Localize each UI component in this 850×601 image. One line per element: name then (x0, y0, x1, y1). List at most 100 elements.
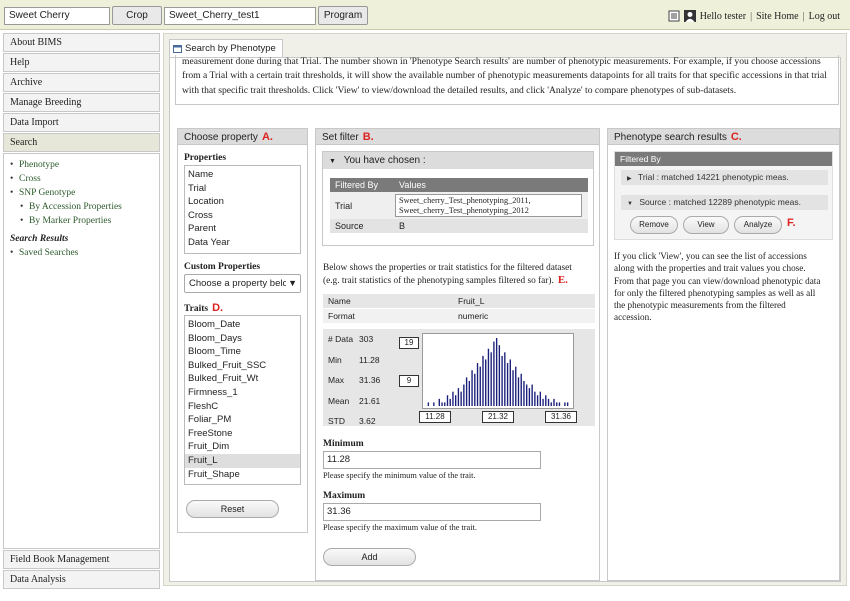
trait-option[interactable]: Bulked_Fruit_SSC (185, 359, 300, 373)
site-home-link[interactable]: Site Home (756, 11, 799, 22)
histogram-bar (449, 398, 451, 406)
histogram-bar (471, 370, 473, 406)
property-option[interactable]: Cross (185, 209, 300, 223)
sidebar-item-search[interactable]: Search (3, 133, 160, 152)
filtered-by-box: Filtered By ▶ Trial : matched 14221 phen… (614, 151, 833, 240)
search-results-panel: Phenotype search results C. Filtered By ▶… (607, 128, 840, 581)
custom-property-select[interactable]: Choose a property below ▼ (184, 274, 301, 293)
analyze-button[interactable]: Analyze (734, 216, 782, 234)
add-button[interactable]: Add (323, 548, 416, 566)
trait-option[interactable]: Bulked_Fruit_Wt (185, 372, 300, 386)
custom-properties-label: Custom Properties (184, 262, 261, 272)
property-option[interactable]: Trial (185, 182, 300, 196)
program-input[interactable]: Sweet_Cherry_test1 (164, 7, 316, 25)
description: measurement done during that Trial. The … (175, 55, 839, 105)
sidebar-item-help[interactable]: Help (3, 53, 160, 72)
chevron-down-icon: ▼ (286, 275, 297, 292)
trait-option[interactable]: Foliar_PM (185, 413, 300, 427)
histogram-bar (460, 391, 462, 406)
stat-key: Max (328, 375, 345, 385)
marker-b: B. (362, 131, 374, 143)
link-cross[interactable]: Cross (10, 174, 153, 184)
trait-option[interactable]: Bloom_Date (185, 318, 300, 332)
trait-option-selected[interactable]: Fruit_L (185, 453, 300, 468)
stat-key: # Data (328, 334, 354, 344)
value-line: Sweet_cherry_Test_phenotyping_2012 (399, 206, 529, 215)
link-by-marker[interactable]: By Marker Properties (20, 216, 153, 226)
help-line: From that page you can view/download phe… (614, 275, 821, 286)
property-option[interactable]: Location (185, 195, 300, 209)
maximum-input[interactable]: 31.36 (323, 503, 541, 521)
crop-button[interactable]: Crop (112, 6, 162, 25)
traits-list[interactable]: Bloom_Date Bloom_Days Bloom_Time Bulked_… (184, 315, 301, 485)
view-button[interactable]: View (683, 216, 729, 234)
crop-input[interactable]: Sweet Cherry (4, 7, 110, 25)
histogram-chart[interactable] (422, 333, 574, 409)
link-snp-genotype[interactable]: SNP Genotype (10, 188, 153, 198)
histogram-bar (566, 402, 569, 406)
chosen-table: Filtered By Values Trial Sweet_cherry_Te… (330, 178, 588, 233)
reset-button[interactable]: Reset (186, 500, 279, 518)
hist-axis-mid[interactable]: 21.32 (482, 411, 514, 423)
program-button[interactable]: Program (318, 6, 368, 25)
chevron-down-icon: ▼ (627, 201, 633, 207)
property-option[interactable]: Data Year (185, 236, 300, 250)
sidebar-item-data-import[interactable]: Data Import (3, 113, 160, 132)
histogram-bar (493, 341, 495, 406)
minimum-input[interactable]: 11.28 (323, 451, 541, 469)
properties-label: Properties (184, 153, 227, 163)
trait-option[interactable]: Bloom_Time (185, 345, 300, 359)
link-phenotype[interactable]: Phenotype (10, 160, 153, 170)
stat-key: STD (328, 416, 345, 426)
histogram-bar (525, 384, 528, 406)
histogram-bar (474, 373, 476, 406)
marker-a: A. (261, 131, 273, 143)
tab-content: measurement done during that Trial. The … (169, 55, 841, 582)
link-saved-searches[interactable]: Saved Searches (10, 248, 153, 258)
histogram-bar (501, 355, 503, 406)
remove-button[interactable]: Remove (630, 216, 678, 234)
trait-option[interactable]: Fruit_Shape (185, 468, 300, 482)
histogram-bar (463, 384, 465, 406)
document-icon[interactable] (668, 10, 680, 22)
sidebar-item-archive[interactable]: Archive (3, 73, 160, 92)
histogram-bar (531, 384, 533, 406)
trait-option[interactable]: FleshC (185, 400, 300, 414)
histogram-bar (509, 359, 511, 406)
sidebar-item-manage-breeding[interactable]: Manage Breeding (3, 93, 160, 112)
source-result-row[interactable]: ▼ Source : matched 12289 phenotypic meas… (621, 195, 828, 210)
sidebar-item-data-analysis[interactable]: Data Analysis (3, 570, 160, 589)
trait-option[interactable]: Firmness_1 (185, 386, 300, 400)
property-option[interactable]: Name (185, 168, 300, 182)
set-filter-panel: Set filter B. ▼ You have chosen : Filtere… (315, 128, 600, 581)
logout-link[interactable]: Log out (809, 11, 840, 22)
trial-result-row[interactable]: ▶ Trial : matched 14221 phenotypic meas. (621, 170, 828, 185)
maximum-help: Please specify the maximum value of the … (323, 523, 477, 532)
stat-key: Mean (328, 395, 350, 406)
trial-values-box[interactable]: Sweet_cherry_Test_phenotyping_2011, Swee… (395, 194, 582, 217)
trait-option[interactable]: Fruit_Dim (185, 440, 300, 454)
hist-axis-min[interactable]: 11.28 (419, 411, 451, 423)
hist-axis-max[interactable]: 31.36 (545, 411, 577, 423)
sidebar-item-about[interactable]: About BIMS (3, 33, 160, 52)
user-menu: Hello tester | Site Home | Log out (668, 10, 840, 22)
traits-label-row: Traits D. (184, 302, 223, 314)
properties-list[interactable]: Name Trial Location Cross Parent Data Ye… (184, 165, 301, 254)
histogram-bar (558, 402, 561, 406)
trait-option[interactable]: FreeStone (185, 427, 300, 441)
chevron-right-icon: ▶ (627, 176, 632, 182)
maximum-label: Maximum (323, 491, 366, 501)
trait-option[interactable]: Bloom_Days (185, 332, 300, 346)
histogram-bar (512, 370, 514, 406)
stats-block: # Data 303 Min 11.28 Max 31.36 Mean 21.61 ST… (323, 329, 595, 426)
sidebar-item-field-book[interactable]: Field Book Management (3, 550, 160, 569)
select-text: Choose a property below (189, 278, 295, 289)
stat-value: 11.28 (359, 354, 380, 365)
chosen-header[interactable]: ▼ You have chosen : (323, 152, 593, 169)
row-key: Source (335, 221, 364, 231)
greeting-text: Hello tester (699, 10, 747, 22)
property-option[interactable]: Parent (185, 222, 300, 236)
histogram-bar (441, 402, 443, 406)
stat-key: Min (328, 354, 342, 365)
link-by-accession[interactable]: By Accession Properties (20, 202, 153, 212)
